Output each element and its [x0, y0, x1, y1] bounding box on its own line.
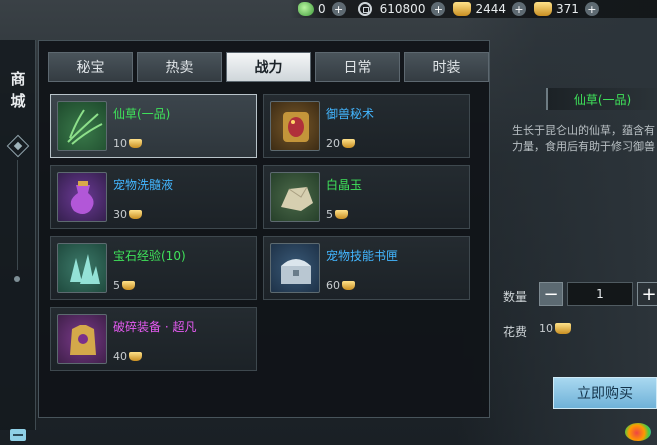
add-gold-button[interactable]: +	[512, 2, 526, 16]
currency-value: 371	[556, 2, 579, 16]
app-logo-icon	[625, 423, 651, 441]
quantity-minus-button[interactable]: −	[539, 282, 563, 306]
cost-label: 花费	[503, 325, 528, 339]
item-card[interactable]: 破碎装备 · 超凡 40	[50, 307, 257, 371]
tab-shizhuang[interactable]: 时装	[404, 52, 489, 82]
add-silver-button[interactable]: +	[431, 2, 446, 16]
bound-gold-ingot-icon	[534, 2, 552, 16]
crystal-icon	[57, 243, 107, 293]
item-price: 5	[326, 208, 348, 221]
item-card[interactable]: 宠物洗髓液 30	[50, 165, 257, 229]
herb-icon	[57, 101, 107, 151]
gold-ingot-icon	[342, 139, 355, 148]
gold-ingot-icon	[129, 139, 142, 148]
add-bound-gold-button[interactable]: +	[584, 2, 599, 16]
buy-now-button[interactable]: 立即购买	[553, 377, 657, 409]
gold-ingot-icon	[129, 210, 142, 219]
item-card[interactable]: 白晶玉 5	[263, 165, 470, 229]
chat-icon[interactable]	[10, 429, 26, 441]
potion-icon	[57, 172, 107, 222]
beast-scroll-icon	[270, 101, 320, 151]
item-price: 20	[326, 137, 355, 150]
currency-value: 0	[318, 2, 326, 16]
cost-value: 10	[539, 322, 571, 335]
currency-value: 610800	[379, 2, 426, 16]
gold-ingot-icon	[122, 281, 135, 290]
gold-ingot-icon	[335, 210, 348, 219]
currency-gold: 2444 +	[453, 0, 526, 18]
currency-silver: 610800 +	[357, 0, 446, 18]
item-card[interactable]: 宠物技能书匣 60	[263, 236, 470, 300]
tab-remai[interactable]: 热卖	[137, 52, 222, 82]
currency-bound-gold: 371 +	[534, 0, 599, 18]
detail-title: 仙草(一品)	[546, 88, 657, 110]
item-name: 宝石经验(10)	[113, 249, 186, 263]
chest-icon	[270, 243, 320, 293]
jade-currency-icon	[298, 2, 314, 16]
quantity-input[interactable]: 1	[567, 282, 633, 306]
quantity-plus-button[interactable]: +	[637, 282, 657, 306]
shop-sidebar: 商城	[0, 40, 36, 430]
item-name: 宠物技能书匣	[326, 249, 399, 263]
currency-value: 2444	[475, 2, 506, 16]
bound-gold-ingot-icon	[555, 323, 571, 334]
dot-ornament-icon	[14, 276, 20, 282]
shop-title: 商城	[10, 70, 26, 110]
quantity-label: 数量	[503, 290, 528, 304]
gold-ingot-icon	[453, 2, 472, 16]
item-price: 30	[113, 208, 142, 221]
item-name: 仙草(一品)	[113, 107, 171, 121]
item-name: 宠物洗髓液	[113, 178, 174, 192]
category-tabs: 秘宝 热卖 战力 日常 时装	[48, 52, 489, 82]
item-price: 40	[113, 350, 142, 363]
silver-coin-icon	[357, 2, 372, 16]
sidebar-divider	[17, 160, 18, 270]
item-card[interactable]: 宝石经验(10) 5	[50, 236, 257, 300]
add-jade-button[interactable]: +	[331, 2, 346, 16]
item-name: 破碎装备 · 超凡	[113, 320, 197, 334]
gold-ingot-icon	[342, 281, 355, 290]
item-price: 5	[113, 279, 135, 292]
currency-bar: 0 + 610800 + 2444 + 371 +	[290, 0, 657, 18]
item-card[interactable]: 仙草(一品) 10	[50, 94, 257, 158]
gold-ingot-icon	[129, 352, 142, 361]
item-price: 10	[113, 137, 142, 150]
item-price: 60	[326, 279, 355, 292]
currency-jade: 0 +	[298, 0, 346, 18]
jade-stone-icon	[270, 172, 320, 222]
tab-mibao[interactable]: 秘宝	[48, 52, 133, 82]
armor-icon	[57, 314, 107, 364]
item-name: 御兽秘术	[326, 107, 375, 121]
tab-richang[interactable]: 日常	[315, 52, 400, 82]
detail-description: 生长于昆仑山的仙草，蕴含有 力量，食用后有助于修习御兽	[512, 124, 655, 153]
diamond-ornament-icon	[6, 134, 30, 158]
item-name: 白晶玉	[326, 178, 363, 192]
tab-zhanli[interactable]: 战力	[226, 52, 311, 82]
item-card[interactable]: 御兽秘术 20	[263, 94, 470, 158]
